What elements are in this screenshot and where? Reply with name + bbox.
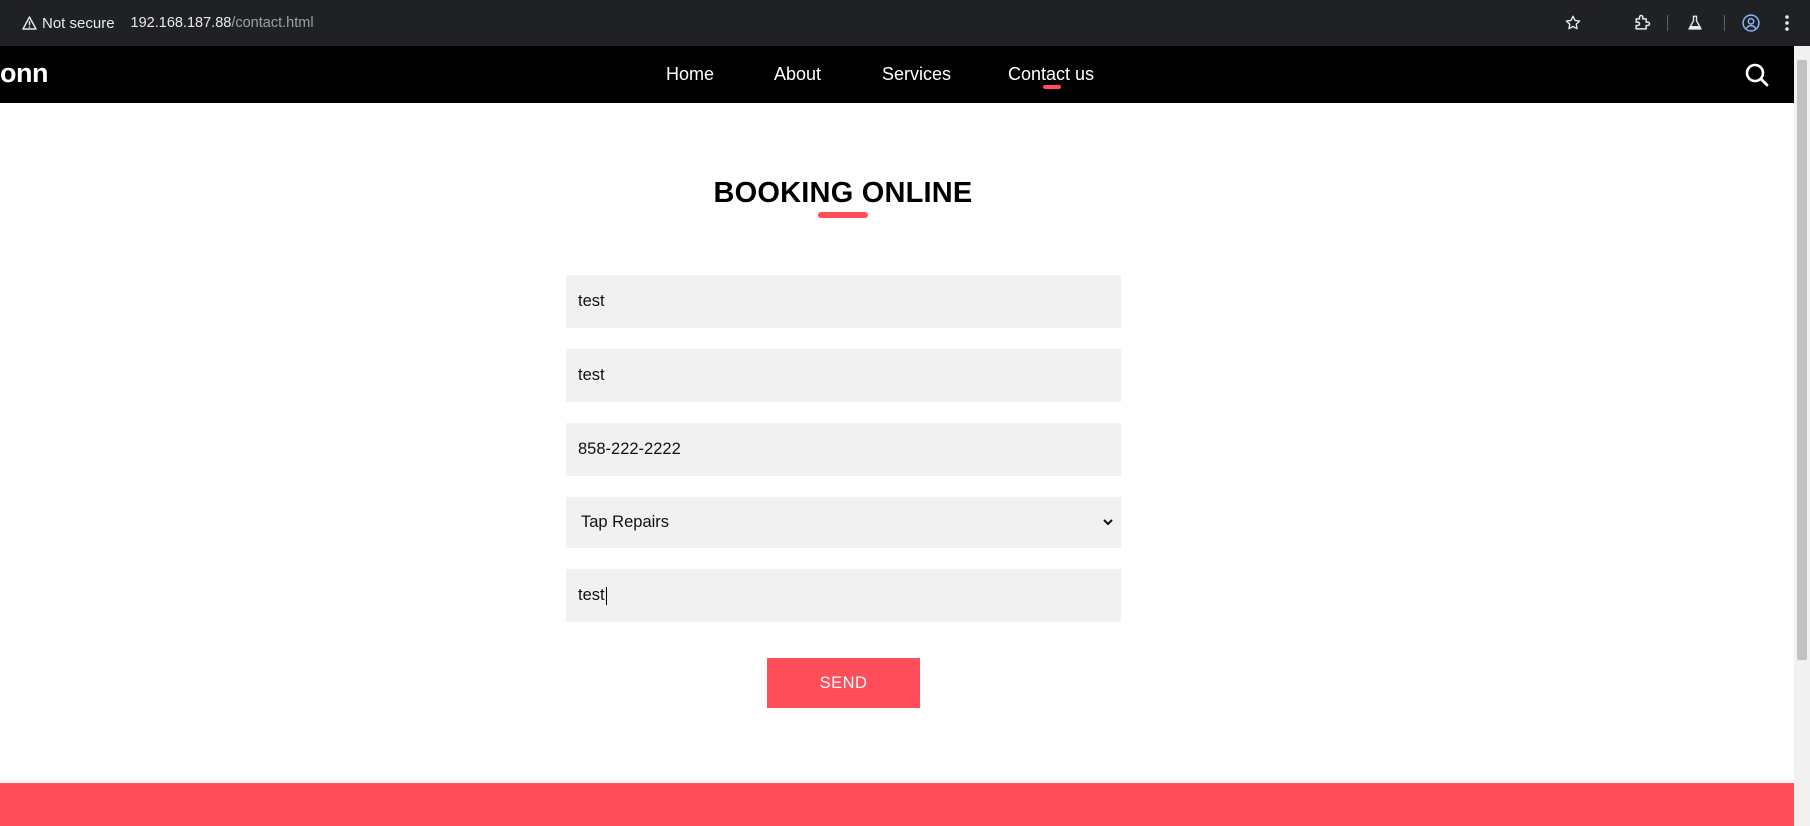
- security-indicator[interactable]: Not secure: [22, 15, 115, 32]
- message-field[interactable]: test: [566, 569, 1121, 622]
- search-icon[interactable]: [1744, 62, 1770, 88]
- chevron-down-icon: [1101, 515, 1115, 534]
- nav-services[interactable]: Services: [882, 64, 951, 85]
- url-text[interactable]: 192.168.187.88/contact.html: [131, 15, 314, 31]
- address-bar[interactable]: Not secure 192.168.187.88/contact.html: [8, 6, 1594, 40]
- url-host: 192.168.187.88: [130, 15, 232, 31]
- bookmark-star-icon[interactable]: [1564, 14, 1582, 37]
- site-header: onn Home About Services Contact us: [0, 46, 1794, 103]
- brand-logo[interactable]: onn: [0, 58, 48, 89]
- security-label: Not secure: [42, 14, 115, 32]
- extensions-icon[interactable]: [1631, 12, 1653, 34]
- text-caret: [605, 586, 607, 605]
- service-select[interactable]: Tap Repairs: [566, 497, 1121, 548]
- send-button[interactable]: SEND: [767, 658, 920, 708]
- active-nav-indicator: [1043, 85, 1061, 89]
- scrollbar-thumb[interactable]: [1797, 60, 1807, 660]
- warning-icon: [22, 16, 37, 30]
- booking-title: BOOKING ONLINE: [713, 177, 973, 209]
- labs-flask-icon[interactable]: [1684, 12, 1706, 34]
- email-field[interactable]: [566, 349, 1121, 402]
- page-scrollbar[interactable]: [1794, 46, 1810, 826]
- message-value: test: [578, 586, 605, 604]
- service-selected-value: Tap Repairs: [581, 513, 670, 531]
- nav-home[interactable]: Home: [666, 64, 714, 85]
- nav-about[interactable]: About: [774, 64, 821, 85]
- phone-field[interactable]: [566, 423, 1121, 476]
- footer-band: [0, 783, 1794, 826]
- menu-kebab-icon[interactable]: [1776, 12, 1798, 34]
- browser-toolbar: Not secure 192.168.187.88/contact.html: [0, 0, 1810, 46]
- title-underline: [818, 212, 868, 218]
- url-path: /contact.html: [231, 15, 314, 31]
- name-field[interactable]: [566, 275, 1121, 328]
- profile-avatar-icon[interactable]: [1740, 12, 1762, 34]
- nav-contact-us[interactable]: Contact us: [1008, 64, 1094, 85]
